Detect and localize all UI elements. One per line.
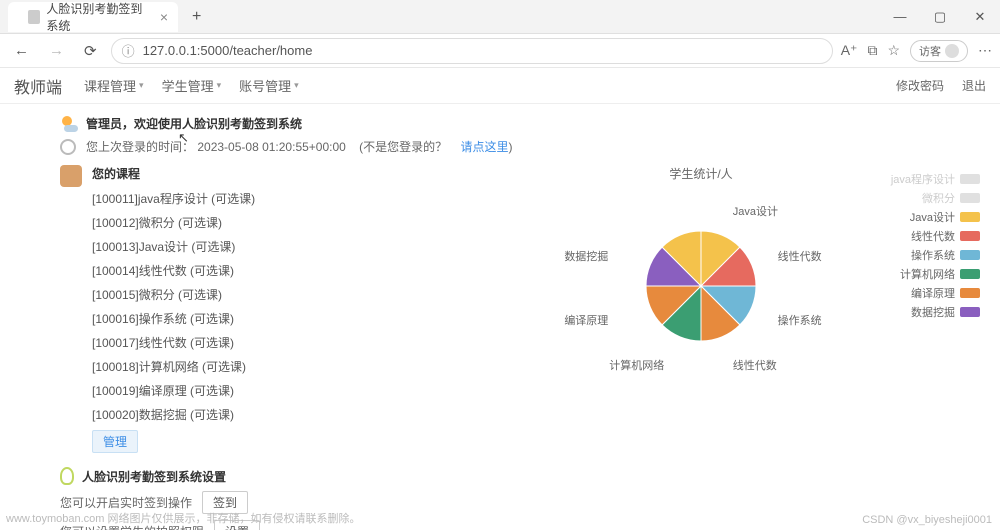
manage-button[interactable]: 管理 bbox=[92, 430, 138, 453]
course-item[interactable]: [100013]Java设计 (可选课) bbox=[92, 238, 452, 255]
minimize-button[interactable]: — bbox=[880, 9, 920, 25]
click-here-link[interactable]: 请点这里 bbox=[461, 140, 509, 154]
app-navbar: 教师端 课程管理▾ 学生管理▾ 账号管理▾ 修改密码 退出 bbox=[0, 68, 1000, 104]
brand-title: 教师端 bbox=[14, 74, 62, 98]
forward-button: → bbox=[43, 40, 70, 61]
course-item[interactable]: [100017]线性代数 (可选课) bbox=[92, 334, 452, 351]
course-list: [100011]java程序设计 (可选课) [100012]微积分 (可选课) [… bbox=[92, 190, 452, 423]
change-password-link[interactable]: 修改密码 bbox=[896, 77, 944, 94]
window-controls: — ▢ ✕ bbox=[880, 9, 1000, 25]
avatar-icon bbox=[945, 44, 959, 58]
pie-slice-label: 线性代数 bbox=[733, 357, 777, 373]
menu-course[interactable]: 课程管理▾ bbox=[84, 76, 144, 95]
course-icon bbox=[60, 165, 82, 187]
legend-item[interactable]: 编译原理 bbox=[891, 285, 980, 301]
logout-link[interactable]: 退出 bbox=[962, 77, 986, 94]
not-you-text: (不是您登录的？ bbox=[359, 140, 447, 154]
course-item[interactable]: [100011]java程序设计 (可选课) bbox=[92, 190, 452, 207]
course-item[interactable]: [100012]微积分 (可选课) bbox=[92, 214, 452, 231]
course-section-title: 您的课程 bbox=[92, 165, 452, 182]
back-button[interactable]: ← bbox=[8, 40, 35, 61]
legend-item[interactable]: 线性代数 bbox=[891, 228, 980, 244]
chevron-down-icon: ▾ bbox=[217, 80, 222, 91]
chart-legend: java程序设计微积分 Java设计线性代数操作系统计算机网络编译原理数据挖掘 bbox=[891, 171, 980, 323]
legend-item[interactable]: 数据挖掘 bbox=[891, 304, 980, 320]
legend-item[interactable]: 微积分 bbox=[891, 190, 980, 206]
chevron-down-icon: ▾ bbox=[139, 80, 144, 91]
site-info-icon[interactable]: ⓘ bbox=[122, 41, 135, 60]
weather-icon bbox=[60, 114, 78, 132]
settings-row1-text: 您可以开启实时签到操作 bbox=[60, 494, 192, 511]
page-content: 管理员，欢迎使用人脸识别考勤签到系统 您上次登录的时间： 2023-05-08 … bbox=[0, 104, 1000, 530]
course-item[interactable]: [100018]计算机网络 (可选课) bbox=[92, 358, 452, 375]
extensions-icon[interactable]: ⧉ bbox=[867, 42, 877, 59]
read-aloud-icon[interactable]: A⁺ bbox=[841, 42, 858, 59]
welcome-text: 管理员，欢迎使用人脸识别考勤签到系统 bbox=[86, 115, 302, 132]
page-icon bbox=[28, 10, 40, 24]
url-text: 127.0.0.1:5000/teacher/home bbox=[143, 43, 313, 58]
legend-item[interactable]: 操作系统 bbox=[891, 247, 980, 263]
legend-item[interactable]: java程序设计 bbox=[891, 171, 980, 187]
chevron-down-icon: ▾ bbox=[294, 80, 299, 91]
watermark-right: CSDN @vx_biyesheji0001 bbox=[862, 514, 992, 526]
address-bar: ← → ⟳ ⓘ 127.0.0.1:5000/teacher/home A⁺ ⧉… bbox=[0, 34, 1000, 68]
pie-chart: Java设计线性代数操作系统线性代数计算机网络编译原理数据挖掘 bbox=[521, 186, 881, 386]
pie-slice-label: 操作系统 bbox=[778, 312, 822, 328]
settings-title: 人脸识别考勤签到系统设置 bbox=[82, 468, 226, 485]
course-item[interactable]: [100016]操作系统 (可选课) bbox=[92, 310, 452, 327]
course-item[interactable]: [100019]编译原理 (可选课) bbox=[92, 382, 452, 399]
reload-button[interactable]: ⟳ bbox=[78, 40, 103, 62]
chart-area: 学生统计/人 Java设计线性代数操作系统线性代数计算机网络编译原理数据挖掘 j… bbox=[462, 165, 940, 453]
tab-close-icon[interactable]: × bbox=[160, 9, 168, 25]
last-login-time: 2023-05-08 01:20:55+00:00 bbox=[197, 140, 345, 154]
maximize-button[interactable]: ▢ bbox=[920, 9, 960, 25]
pie-slice-label: 编译原理 bbox=[564, 312, 608, 328]
profile-button[interactable]: 访客 bbox=[910, 40, 968, 62]
browser-tab[interactable]: 人脸识别考勤签到系统 × bbox=[8, 2, 178, 32]
course-item[interactable]: [100020]数据挖掘 (可选课) bbox=[92, 406, 452, 423]
legend-item[interactable]: Java设计 bbox=[891, 209, 980, 225]
pie-slice-label: 线性代数 bbox=[778, 248, 822, 264]
course-item[interactable]: [100015]微积分 (可选课) bbox=[92, 286, 452, 303]
last-login-label: 您上次登录的时间： bbox=[86, 140, 194, 154]
chart-title: 学生统计/人 bbox=[462, 165, 940, 182]
watermark-left: www.toymoban.com 网络图片仅供展示，非存储，如有侵权请联系删除。 bbox=[6, 510, 360, 526]
bulb-icon bbox=[60, 467, 74, 485]
pie-slice-label: Java设计 bbox=[733, 203, 778, 219]
clock-icon bbox=[60, 139, 76, 155]
course-item[interactable]: [100014]线性代数 (可选课) bbox=[92, 262, 452, 279]
pie-slice-label: 计算机网络 bbox=[609, 357, 664, 373]
menu-account[interactable]: 账号管理▾ bbox=[239, 76, 299, 95]
menu-student[interactable]: 学生管理▾ bbox=[162, 76, 222, 95]
favorites-icon[interactable]: ☆ bbox=[887, 42, 900, 59]
more-menu-icon[interactable]: ⋯ bbox=[978, 42, 992, 59]
tab-title: 人脸识别考勤签到系统 bbox=[46, 0, 152, 34]
window-titlebar: 人脸识别考勤签到系统 × + — ▢ ✕ bbox=[0, 0, 1000, 34]
legend-item[interactable]: 计算机网络 bbox=[891, 266, 980, 282]
close-button[interactable]: ✕ bbox=[960, 9, 1000, 25]
url-input[interactable]: ⓘ 127.0.0.1:5000/teacher/home bbox=[111, 38, 833, 64]
pie-slice-label: 数据挖掘 bbox=[564, 248, 608, 264]
new-tab-button[interactable]: + bbox=[186, 8, 207, 26]
